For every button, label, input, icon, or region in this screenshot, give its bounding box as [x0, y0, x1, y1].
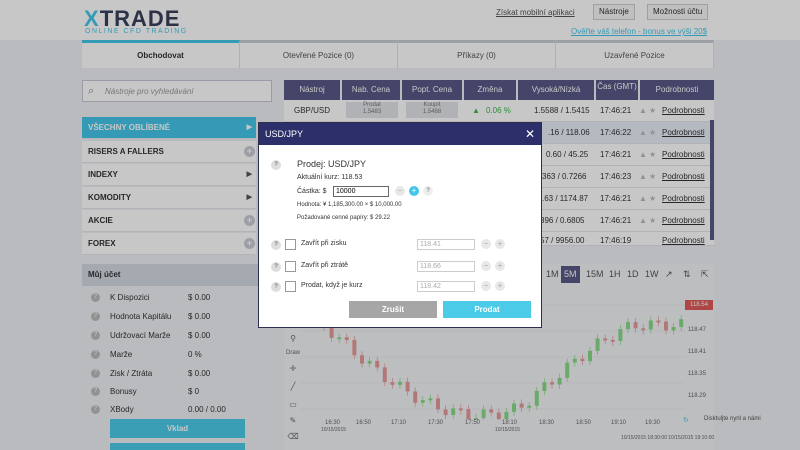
sell-submit-button[interactable]: Prodat	[443, 301, 531, 318]
amount-input[interactable]	[333, 186, 389, 197]
decrease-icon[interactable]: −	[481, 239, 491, 249]
order-heading: Prodej: USD/JPY	[297, 159, 367, 169]
increase-icon[interactable]: +	[495, 281, 505, 291]
amount-label: Částka: $	[297, 188, 327, 195]
close-icon[interactable]: ✕	[525, 123, 535, 145]
stop-loss-label: Zavřít při ztrátě	[301, 262, 349, 269]
take-profit-checkbox[interactable]	[285, 239, 296, 250]
increase-icon[interactable]: +	[495, 239, 505, 249]
increase-icon[interactable]: +	[409, 186, 419, 196]
sell-order-dialog: USD/JPY ✕ ? Prodej: USD/JPY Aktuální kurz…	[258, 122, 542, 328]
help-icon[interactable]: ?	[423, 186, 433, 196]
trade-value: Hodnota: ¥ 1,185,300.00 × $ 10,000.00	[297, 202, 402, 208]
limit-label: Prodat, když je kurz	[301, 282, 363, 289]
help-icon[interactable]: ?	[271, 240, 281, 250]
decrease-icon[interactable]: −	[481, 281, 491, 291]
decrease-icon[interactable]: −	[395, 186, 405, 196]
stop-loss-input[interactable]	[417, 261, 475, 272]
take-profit-label: Zavřít při zisku	[301, 240, 347, 247]
limit-input[interactable]	[417, 281, 475, 292]
increase-icon[interactable]: +	[495, 261, 505, 271]
help-icon[interactable]: ?	[271, 262, 281, 272]
help-icon[interactable]: ?	[271, 282, 281, 292]
cancel-button[interactable]: Zrušit	[349, 301, 437, 318]
help-icon[interactable]: ?	[271, 160, 281, 170]
required-securities: Požadované cenné papíry: $ 29.22	[297, 215, 391, 221]
decrease-icon[interactable]: −	[481, 261, 491, 271]
take-profit-input[interactable]	[417, 239, 475, 250]
dialog-header: USD/JPY ✕	[259, 123, 541, 145]
stop-loss-checkbox[interactable]	[285, 261, 296, 272]
current-rate: Aktuální kurz: 118.53	[297, 174, 363, 181]
limit-checkbox[interactable]	[285, 281, 296, 292]
dialog-title: USD/JPY	[265, 129, 304, 139]
